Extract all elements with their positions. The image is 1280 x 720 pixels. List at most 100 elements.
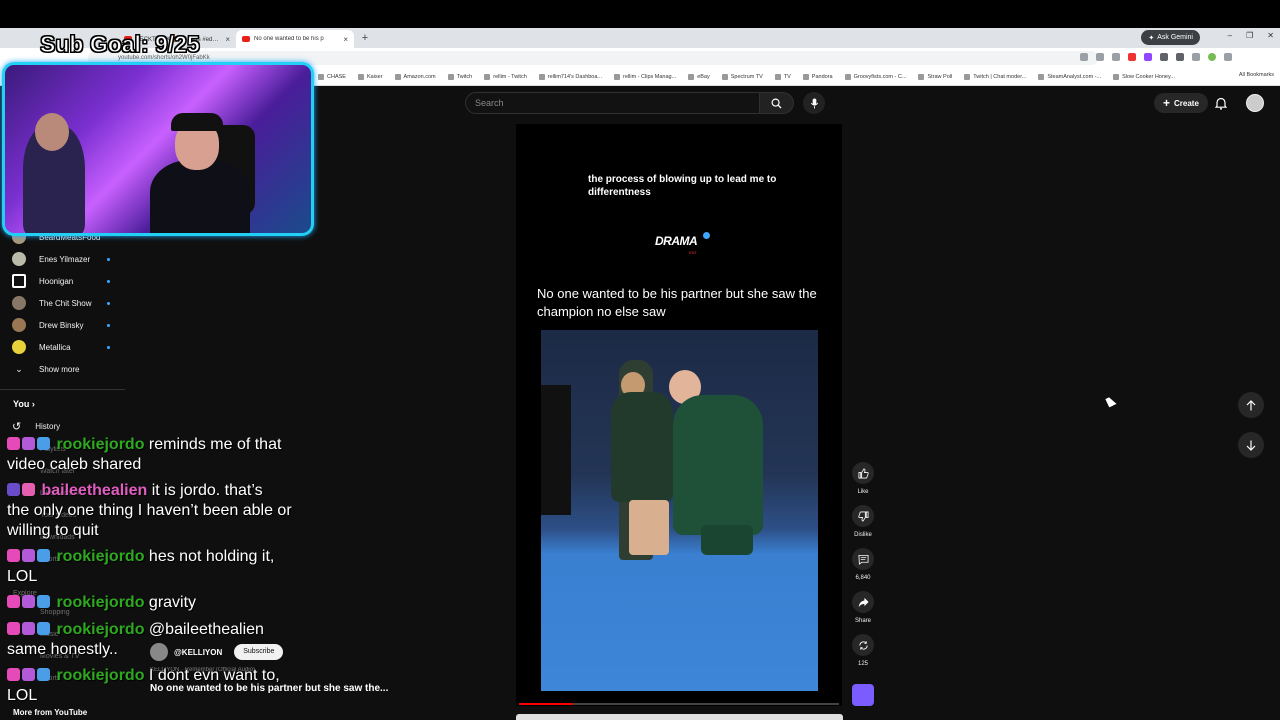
sidepanel-icon[interactable] bbox=[1192, 53, 1200, 61]
streamer-webcam bbox=[2, 62, 314, 236]
bookmark-item[interactable]: Spectrum TV bbox=[721, 73, 763, 80]
chat-username: rookiejordo bbox=[56, 621, 145, 638]
channel-name[interactable]: @KELLIYON bbox=[174, 648, 222, 657]
like-button[interactable]: Like bbox=[850, 462, 876, 495]
tier-badge-icon bbox=[22, 595, 35, 608]
microphone-icon bbox=[810, 97, 818, 109]
sub-badge-icon bbox=[7, 549, 20, 562]
create-label: Create bbox=[1174, 98, 1199, 108]
notifications-button[interactable] bbox=[1213, 95, 1229, 111]
sidebar-item-enes-yilmazer[interactable]: Enes Yilmazer bbox=[12, 249, 110, 269]
close-window-icon[interactable]: ✕ bbox=[1267, 31, 1274, 40]
chat-message-cont: video caleb shared bbox=[7, 456, 142, 473]
install-icon[interactable] bbox=[1096, 53, 1104, 61]
share-button[interactable]: Share bbox=[850, 591, 876, 624]
restore-icon[interactable]: ❐ bbox=[1246, 31, 1253, 40]
channel-avatar[interactable] bbox=[150, 643, 168, 661]
bookmark-item[interactable]: CHASE bbox=[318, 73, 346, 80]
tier-badge-icon bbox=[22, 668, 35, 681]
sub-badge-icon bbox=[7, 668, 20, 681]
mouse-cursor-icon bbox=[1105, 395, 1117, 408]
chat-text: gravity bbox=[148, 594, 197, 611]
menu-icon[interactable] bbox=[1224, 53, 1232, 61]
extension-icons bbox=[1080, 53, 1232, 61]
bookmark-favicon-icon bbox=[538, 73, 545, 80]
bookmark-item[interactable]: Amazon.com bbox=[394, 73, 436, 80]
create-button[interactable]: + Create bbox=[1154, 93, 1208, 113]
remix-count: 125 bbox=[857, 661, 868, 667]
bookmark-item[interactable]: rellim - Clips Manag... bbox=[614, 73, 676, 80]
previous-short-button[interactable] bbox=[1238, 392, 1264, 418]
bookmark-item[interactable]: Twitch | Chat moder... bbox=[964, 73, 1026, 80]
bookmark-item[interactable]: Kaiser bbox=[357, 73, 383, 80]
bookmark-item[interactable]: rellim - Twitch bbox=[484, 73, 527, 80]
channel-avatar bbox=[12, 274, 26, 288]
video-frame-image bbox=[541, 330, 818, 691]
emote-badge-icon bbox=[37, 549, 50, 562]
extension-icon[interactable] bbox=[1144, 53, 1152, 61]
sound-credit[interactable]: KELLIYON · Remember (Official Audio) bbox=[150, 667, 255, 673]
extension-icon[interactable] bbox=[1160, 53, 1168, 61]
sidebar-item-metallica[interactable]: Metallica bbox=[12, 337, 110, 357]
video-progress-bar[interactable] bbox=[519, 703, 839, 705]
video-figure-girl-legs bbox=[629, 500, 669, 555]
star-icon[interactable] bbox=[1112, 53, 1120, 61]
bookmark-item[interactable]: TV bbox=[774, 73, 791, 80]
close-icon[interactable]: × bbox=[225, 35, 230, 44]
chevron-right-icon: › bbox=[31, 399, 35, 409]
sidebar-item-drew-binsky[interactable]: Drew Binsky bbox=[12, 315, 110, 335]
extension-icon[interactable] bbox=[1176, 53, 1184, 61]
sidebar-item-hoonigan[interactable]: Hoonigan bbox=[12, 271, 110, 291]
sidebar-item-the-chit-show[interactable]: The Chit Show bbox=[12, 293, 110, 313]
voice-search-button[interactable] bbox=[803, 92, 825, 114]
video-bench bbox=[541, 385, 571, 515]
arrow-down-icon bbox=[1246, 440, 1256, 451]
dislike-button[interactable]: Dislike bbox=[850, 505, 876, 538]
bookmark-item[interactable]: Slow Cooker Honey... bbox=[1113, 73, 1175, 80]
comments-button[interactable]: 6,840 bbox=[850, 548, 876, 581]
all-bookmarks[interactable]: All Bookmarks bbox=[1239, 72, 1274, 78]
sidebar-item-label: Hoonigan bbox=[39, 276, 74, 286]
next-short-button[interactable] bbox=[1238, 432, 1264, 458]
close-icon[interactable]: × bbox=[343, 35, 348, 44]
show-more-button[interactable]: ⌄ Show more bbox=[12, 359, 79, 379]
tier-badge-icon bbox=[22, 437, 35, 450]
subscribe-button[interactable]: Subscribe bbox=[234, 644, 284, 660]
account-icon[interactable] bbox=[1208, 53, 1216, 61]
sidebar-item-label: Enes Yilmazer bbox=[39, 254, 91, 264]
search-button[interactable] bbox=[760, 92, 794, 114]
bookmark-item[interactable]: eBay bbox=[688, 73, 710, 80]
sub-badge-icon bbox=[7, 622, 20, 635]
emote-badge-icon bbox=[37, 437, 50, 450]
bookmark-favicon-icon bbox=[484, 73, 491, 80]
zoom-icon[interactable] bbox=[1080, 53, 1088, 61]
channel-avatar bbox=[12, 252, 26, 266]
bookmark-item[interactable]: Groovyfists.com - C... bbox=[844, 73, 906, 80]
remix-button[interactable]: 125 bbox=[850, 634, 876, 667]
bookmark-item[interactable]: SteamAnalyst.com -... bbox=[1038, 73, 1101, 80]
video-figure-boy-legs bbox=[701, 525, 753, 555]
bookmark-favicon-icon bbox=[688, 73, 695, 80]
new-tab-icon[interactable]: + bbox=[358, 31, 372, 45]
sound-thumbnail[interactable] bbox=[852, 684, 874, 706]
profile-avatar[interactable] bbox=[1246, 94, 1264, 112]
bookmark-item[interactable]: rellim714's Dashboa... bbox=[538, 73, 602, 80]
extension-icon[interactable] bbox=[1128, 53, 1136, 61]
tab-label: No one wanted to be his p bbox=[254, 36, 324, 42]
share-label: Share bbox=[854, 618, 871, 624]
minimize-icon[interactable]: – bbox=[1228, 31, 1232, 40]
you-label: You bbox=[13, 399, 30, 409]
sidebar-item-history[interactable]: ↺ History bbox=[12, 420, 60, 433]
ask-gemini-button[interactable]: ✦ Ask Gemini bbox=[1141, 30, 1200, 45]
tab-active-video[interactable]: No one wanted to be his p × bbox=[236, 30, 354, 48]
comment-icon bbox=[852, 548, 874, 570]
short-title[interactable]: No one wanted to be his partner but she … bbox=[150, 683, 388, 694]
search-input[interactable]: Search bbox=[465, 92, 760, 114]
bookmark-label: Pandora bbox=[811, 73, 833, 80]
bookmark-item[interactable]: Twitch bbox=[447, 73, 472, 80]
channel-avatar bbox=[12, 340, 26, 354]
bookmark-item[interactable]: Pandora bbox=[802, 73, 833, 80]
bookmark-item[interactable]: Straw Poll bbox=[918, 73, 952, 80]
you-section-heading[interactable]: You › bbox=[13, 399, 35, 409]
sidebar-item-label: Metallica bbox=[39, 342, 71, 352]
